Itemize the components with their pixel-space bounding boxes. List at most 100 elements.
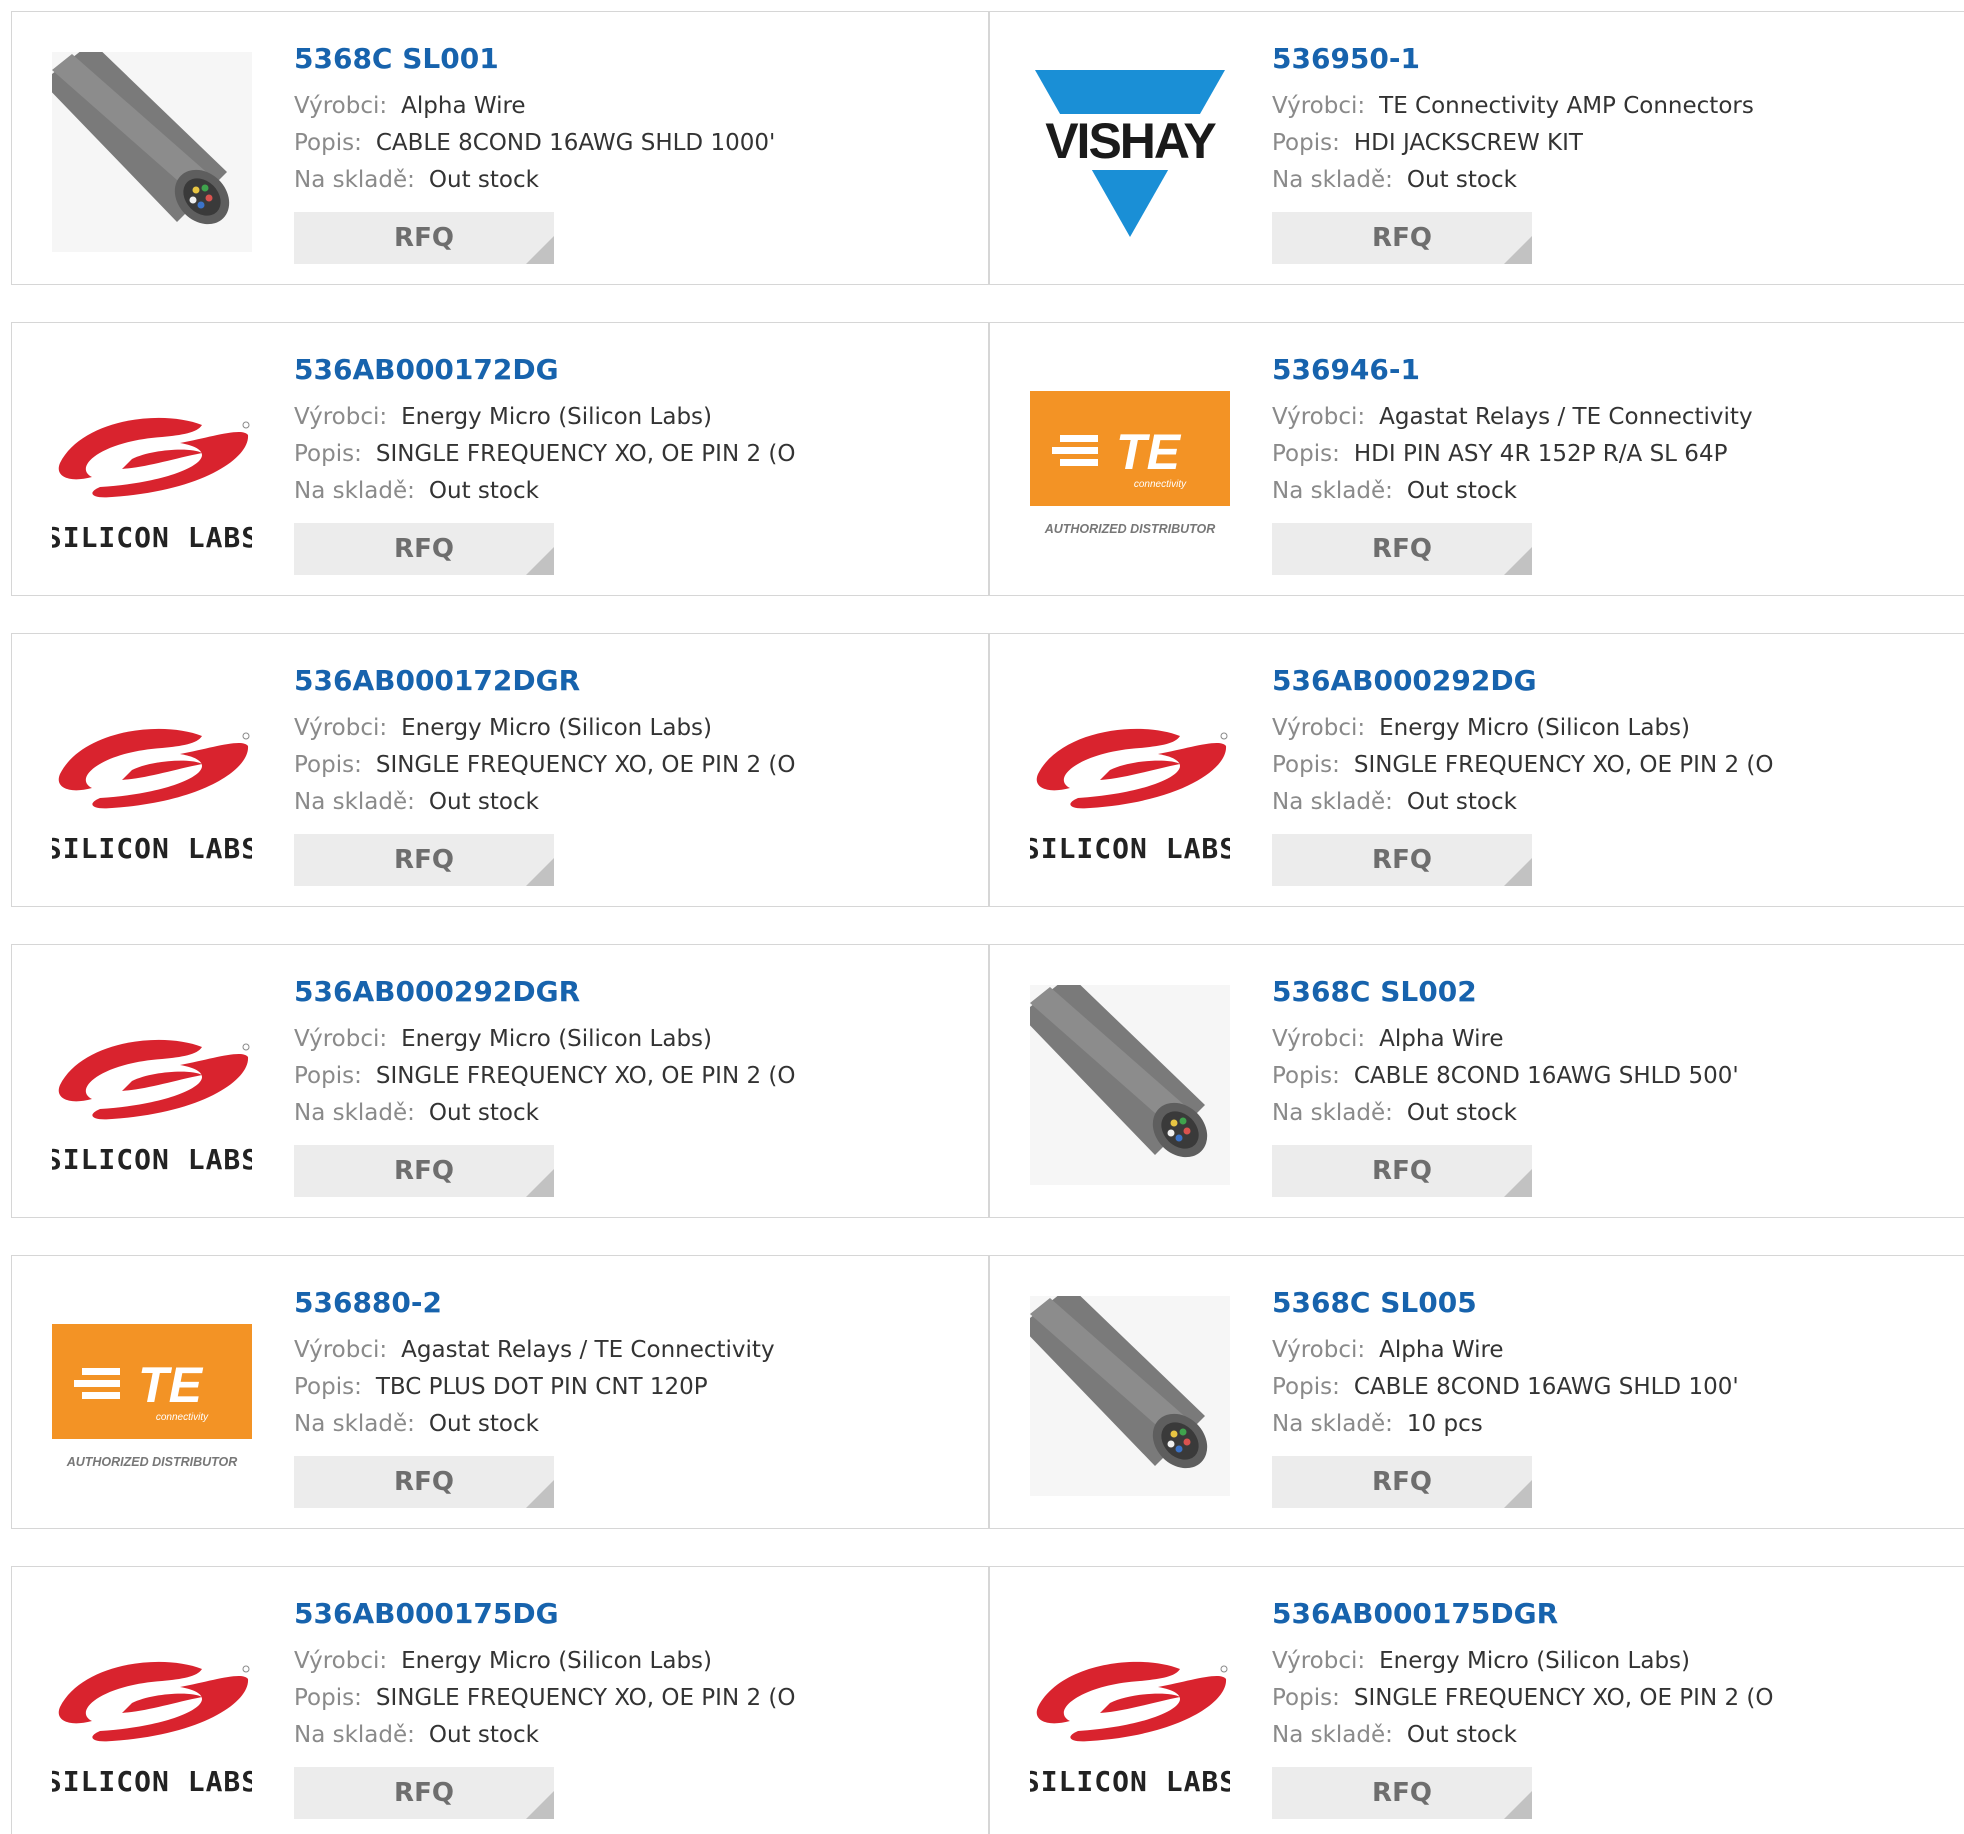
rfq-button[interactable]: RFQ	[294, 1145, 554, 1197]
rfq-corner-icon	[1504, 236, 1532, 264]
silicon-labs-wordmark: SILICON LABS	[1030, 1765, 1230, 1798]
stock-row: Na skladě: 10 pcs	[1272, 1406, 1959, 1443]
manufacturer-row: Výrobci: Energy Micro (Silicon Labs)	[294, 1021, 978, 1058]
rfq-corner-icon	[526, 547, 554, 575]
rfq-button[interactable]: RFQ	[294, 834, 554, 886]
part-number-link[interactable]: 536AB000292DGR	[294, 975, 978, 1011]
rfq-button[interactable]: RFQ	[1272, 1145, 1532, 1197]
part-number-link[interactable]: 536AB000172DG	[294, 353, 978, 389]
silicon-labs-wordmark: SILICON LABS	[52, 1143, 252, 1176]
product-image[interactable]: SILICON LABS	[52, 674, 252, 874]
product-image[interactable]	[52, 52, 252, 252]
rfq-button[interactable]: RFQ	[294, 1767, 554, 1819]
product-image[interactable]: SILICON LABS	[1030, 674, 1230, 874]
manufacturer-row: Výrobci: Energy Micro (Silicon Labs)	[1272, 710, 1959, 747]
description-label: Popis:	[294, 1063, 362, 1089]
stock-row: Na skladě: Out stock	[1272, 784, 1959, 821]
manufacturer-row: Výrobci: Energy Micro (Silicon Labs)	[294, 1643, 978, 1680]
manufacturer-row: Výrobci: Energy Micro (Silicon Labs)	[294, 399, 978, 436]
manufacturer-label: Výrobci:	[294, 404, 388, 430]
product-card: SILICON LABS 536AB000292DG Výrobci: Energ…	[989, 633, 1964, 907]
rfq-label: RFQ	[394, 1467, 454, 1497]
stock-row: Na skladě: Out stock	[294, 1406, 978, 1443]
stock-row: Na skladě: Out stock	[294, 162, 978, 199]
vishay-logo: VISHAY	[1030, 70, 1230, 237]
part-number-link[interactable]: 536946-1	[1272, 353, 1959, 389]
description-row: Popis: SINGLE FREQUENCY XO, OE PIN 2 (O	[294, 1680, 978, 1717]
rfq-corner-icon	[1504, 547, 1532, 575]
description-label: Popis:	[294, 441, 362, 467]
product-card: SILICON LABS 536AB000175DG Výrobci: Energ…	[11, 1566, 989, 1834]
rfq-button[interactable]: RFQ	[1272, 1456, 1532, 1508]
product-info: 5368C SL002 Výrobci: Alpha Wire Popis: CAB…	[1272, 975, 1959, 1132]
stock-label: Na skladě:	[1272, 789, 1393, 815]
rfq-button[interactable]: RFQ	[1272, 212, 1532, 264]
silicon-labs-logo: SILICON LABS	[52, 417, 252, 554]
product-card: SILICON LABS 536AB000175DGR Výrobci: Ener…	[989, 1566, 1964, 1834]
product-info: 536AB000172DG Výrobci: Energy Micro (Sili…	[294, 353, 978, 510]
product-image[interactable]: SILICON LABS	[1030, 1607, 1230, 1807]
part-number-link[interactable]: 536AB000175DGR	[1272, 1597, 1959, 1633]
silicon-labs-wordmark: SILICON LABS	[52, 1765, 252, 1798]
description-row: Popis: HDI PIN ASY 4R 152P R/A SL 64P	[1272, 436, 1959, 473]
product-card: TE connectivity AUTHORIZED DISTRIBUTOR 536…	[989, 322, 1964, 596]
manufacturer-label: Výrobci:	[1272, 404, 1366, 430]
product-image[interactable]: SILICON LABS	[52, 363, 252, 563]
description-value: CABLE 8COND 16AWG SHLD 500'	[1353, 1063, 1739, 1089]
product-info: 536AB000175DG Výrobci: Energy Micro (Sili…	[294, 1597, 978, 1754]
rfq-button[interactable]: RFQ	[1272, 834, 1532, 886]
stock-row: Na skladě: Out stock	[1272, 1717, 1959, 1754]
part-number-link[interactable]: 536AB000172DGR	[294, 664, 978, 700]
rfq-label: RFQ	[1372, 1156, 1432, 1186]
te-authorized-caption: AUTHORIZED DISTRIBUTOR	[66, 1455, 238, 1469]
description-row: Popis: CABLE 8COND 16AWG SHLD 1000'	[294, 125, 978, 162]
part-number-link[interactable]: 536880-2	[294, 1286, 978, 1322]
manufacturer-value: Alpha Wire	[1379, 1026, 1504, 1052]
rfq-button[interactable]: RFQ	[294, 1456, 554, 1508]
rfq-label: RFQ	[1372, 1467, 1432, 1497]
description-label: Popis:	[294, 752, 362, 778]
manufacturer-value: TE Connectivity AMP Connectors	[1379, 93, 1754, 119]
description-row: Popis: TBC PLUS DOT PIN CNT 120P	[294, 1369, 978, 1406]
description-label: Popis:	[1272, 752, 1340, 778]
product-info: 5368C SL001 Výrobci: Alpha Wire Popis: CAB…	[294, 42, 978, 199]
stock-row: Na skladě: Out stock	[294, 473, 978, 510]
product-image[interactable]: SILICON LABS	[52, 985, 252, 1185]
product-image[interactable]: TE connectivity AUTHORIZED DISTRIBUTOR	[1030, 363, 1230, 563]
description-value: SINGLE FREQUENCY XO, OE PIN 2 (O	[375, 1685, 796, 1711]
stock-label: Na skladě:	[1272, 1100, 1393, 1126]
part-number-link[interactable]: 536AB000175DG	[294, 1597, 978, 1633]
part-number-link[interactable]: 5368C SL001	[294, 42, 978, 78]
manufacturer-row: Výrobci: TE Connectivity AMP Connectors	[1272, 88, 1959, 125]
te-connectivity-logo: TEconnectivity AUTHORIZED DISTRIBUTOR	[52, 1296, 252, 1496]
rfq-button[interactable]: RFQ	[1272, 523, 1532, 575]
part-number-link[interactable]: 536950-1	[1272, 42, 1959, 78]
te-authorized-caption: AUTHORIZED DISTRIBUTOR	[1044, 522, 1216, 536]
description-value: SINGLE FREQUENCY XO, OE PIN 2 (O	[375, 1063, 796, 1089]
product-image[interactable]	[1030, 1296, 1230, 1496]
stock-value: Out stock	[428, 478, 539, 504]
description-label: Popis:	[1272, 441, 1340, 467]
manufacturer-row: Výrobci: Energy Micro (Silicon Labs)	[294, 710, 978, 747]
rfq-button[interactable]: RFQ	[294, 212, 554, 264]
manufacturer-label: Výrobci:	[1272, 1337, 1366, 1363]
stock-value: Out stock	[428, 1100, 539, 1126]
product-info: 536AB000175DGR Výrobci: Energy Micro (Sil…	[1272, 1597, 1959, 1754]
product-image[interactable]: VISHAY	[1030, 52, 1230, 252]
part-number-link[interactable]: 5368C SL005	[1272, 1286, 1959, 1322]
product-image[interactable]	[1030, 985, 1230, 1185]
product-image[interactable]: SILICON LABS	[52, 1607, 252, 1807]
silicon-labs-logo: SILICON LABS	[52, 728, 252, 865]
product-info: 536950-1 Výrobci: TE Connectivity AMP Con…	[1272, 42, 1959, 199]
part-number-link[interactable]: 5368C SL002	[1272, 975, 1959, 1011]
rfq-button[interactable]: RFQ	[1272, 1767, 1532, 1819]
manufacturer-row: Výrobci: Agastat Relays / TE Connectivity	[294, 1332, 978, 1369]
te-connectivity-logo: TEconnectivity AUTHORIZED DISTRIBUTOR	[1030, 363, 1230, 563]
part-number-link[interactable]: 536AB000292DG	[1272, 664, 1959, 700]
manufacturer-row: Výrobci: Agastat Relays / TE Connectivity	[1272, 399, 1959, 436]
manufacturer-label: Výrobci:	[1272, 715, 1366, 741]
product-image[interactable]: TE connectivity AUTHORIZED DISTRIBUTOR	[52, 1296, 252, 1496]
stock-label: Na skladě:	[1272, 1411, 1393, 1437]
rfq-button[interactable]: RFQ	[294, 523, 554, 575]
manufacturer-label: Výrobci:	[294, 715, 388, 741]
